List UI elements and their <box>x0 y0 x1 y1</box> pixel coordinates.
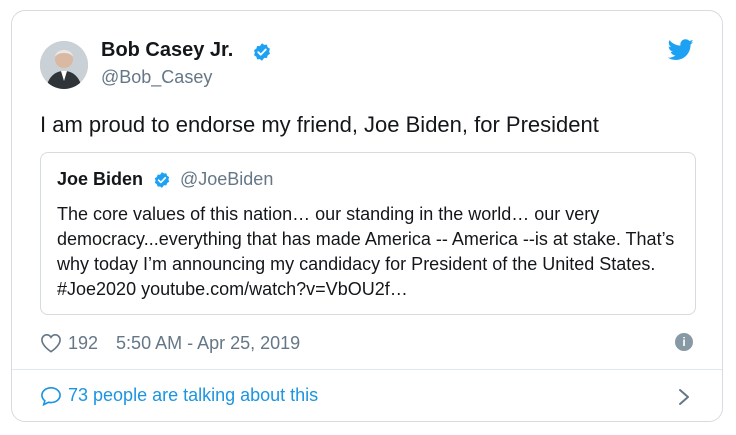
like-count[interactable]: 192 <box>68 333 98 354</box>
avatar[interactable] <box>40 41 88 89</box>
tweet-meta: 192 5:50 AM - Apr 25, 2019 <box>40 331 300 355</box>
comment-bubble-icon <box>41 386 61 406</box>
quoted-author-handle[interactable]: @JoeBiden <box>180 169 273 190</box>
author-name[interactable]: Bob Casey Jr. <box>101 39 233 62</box>
tweet-card: Bob Casey Jr. @Bob_Casey I am proud to e… <box>11 10 723 422</box>
verified-badge-icon <box>154 172 170 188</box>
info-icon[interactable]: i <box>675 333 693 351</box>
divider <box>12 369 722 370</box>
chevron-right-icon[interactable] <box>677 388 691 406</box>
quoted-tweet-text: The core values of this nation… our stan… <box>57 204 675 299</box>
author-handle[interactable]: @Bob_Casey <box>101 67 212 88</box>
tweet-timestamp[interactable]: 5:50 AM - Apr 25, 2019 <box>116 333 300 354</box>
heart-icon[interactable] <box>40 333 62 353</box>
twitter-bird-icon[interactable] <box>668 39 694 61</box>
verified-badge-icon <box>254 43 270 61</box>
conversation-link[interactable]: 73 people are talking about this <box>40 385 318 406</box>
tweet-text: I am proud to endorse my friend, Joe Bid… <box>40 112 599 137</box>
quoted-author-name[interactable]: Joe Biden <box>57 169 143 190</box>
avatar-image <box>40 41 88 89</box>
quoted-tweet[interactable]: Joe Biden @JoeBiden The core values of t… <box>40 152 696 315</box>
conversation-label[interactable]: 73 people are talking about this <box>68 385 318 406</box>
